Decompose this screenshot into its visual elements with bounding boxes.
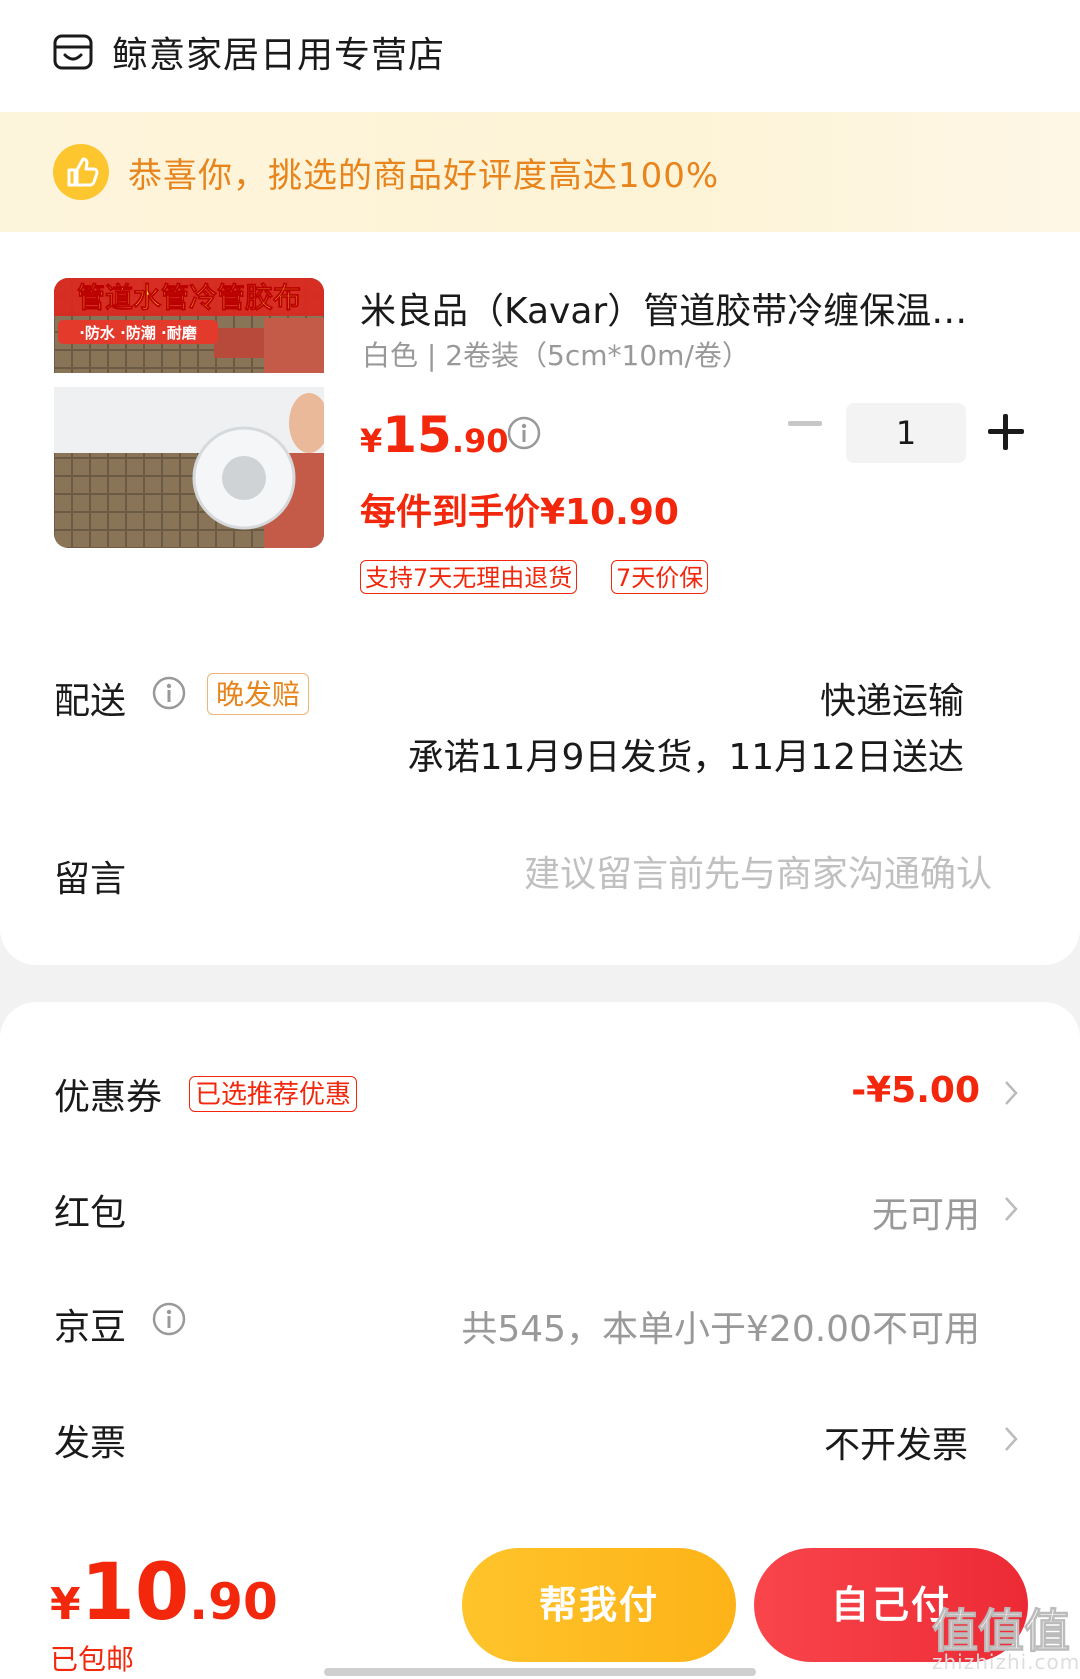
chevron-right-icon <box>1005 1197 1018 1221</box>
total-symbol: ¥ <box>50 1579 81 1630</box>
home-indicator[interactable] <box>324 1668 756 1676</box>
price-decimal: .90 <box>451 422 509 460</box>
total-price: ¥ 10 .90 <box>50 1548 278 1638</box>
price-symbol: ¥ <box>360 422 383 460</box>
product-image[interactable]: 管道水管冷管胶布 ·防水 ·防潮 ·耐磨 <box>54 278 324 548</box>
jingdou-label: 京豆 <box>54 1307 127 1348</box>
order-card: 鲸意家居日用专营店 恭喜你，挑选的商品好评度高达100% 管道水管冷管胶布 ·防… <box>0 0 1080 965</box>
jingdou-row: 京豆 共545，本单小于¥20.00不可用 <box>0 1284 1080 1364</box>
coupon-value: -¥5.00 <box>851 1070 980 1111</box>
chevron-right-icon <box>1005 1081 1018 1105</box>
shipping-method[interactable]: 快递运输 <box>820 672 964 724</box>
redpacket-row[interactable]: 红包 无可用 <box>0 1170 1080 1250</box>
price-protect-tag: 7天价保 <box>611 560 709 594</box>
delivery-info-icon[interactable] <box>152 676 186 710</box>
delivery-label: 配送 <box>54 681 127 722</box>
product-spec[interactable]: 白色 | 2卷装（5cm*10m/卷） <box>362 334 750 374</box>
product-image-sub: ·防水 ·防潮 ·耐磨 <box>79 324 198 342</box>
jingdou-info-icon[interactable] <box>152 1302 186 1336</box>
final-unit-price: 每件到手价¥10.90 <box>360 492 679 533</box>
quantity-minus-button[interactable] <box>788 421 822 426</box>
product-image-caption: 管道水管冷管胶布 <box>77 281 301 314</box>
store-name: 鲸意家居日用专营店 <box>112 35 446 76</box>
coupon-selected-tag: 已选推荐优惠 <box>189 1076 358 1112</box>
coupon-row[interactable]: 优惠券 已选推荐优惠 -¥5.00 <box>0 1054 1080 1134</box>
options-card: 优惠券 已选推荐优惠 -¥5.00 红包 无可用 京豆 共545，本单小于¥20… <box>0 1002 1080 1542</box>
late-compensation-badge: 晚发赔 <box>207 673 310 715</box>
product-title[interactable]: 米良品（Kavar）管道胶带冷缠保温… <box>360 282 1020 334</box>
price-info-icon[interactable] <box>507 416 541 450</box>
help-me-pay-button[interactable]: 帮我付 <box>462 1548 736 1662</box>
redpacket-value: 无可用 <box>871 1195 980 1236</box>
redpacket-label: 红包 <box>54 1193 127 1234</box>
product-price: ¥ 15 .90 <box>360 406 509 464</box>
jingdou-value: 共545，本单小于¥20.00不可用 <box>461 1309 980 1350</box>
watermark-sub: zhizhizhi.com <box>932 1650 1080 1674</box>
message-input[interactable] <box>440 848 994 900</box>
message-label: 留言 <box>54 859 127 900</box>
coupon-label: 优惠券 <box>54 1077 163 1118</box>
invoice-row[interactable]: 发票 不开发票 <box>0 1400 1080 1480</box>
thumbs-up-icon <box>53 144 109 200</box>
chevron-right-icon <box>1005 1427 1018 1451</box>
praise-banner: 恭喜你，挑选的商品好评度高达100% <box>0 112 1080 232</box>
price-integer: 15 <box>382 406 452 464</box>
invoice-label: 发票 <box>54 1423 127 1464</box>
quantity-input[interactable]: 1 <box>846 403 966 463</box>
store-icon <box>53 34 93 70</box>
total-integer: 10 <box>80 1548 190 1638</box>
shipping-promise: 承诺11月9日发货，11月12日送达 <box>407 737 964 778</box>
return-policy-tag: 支持7天无理由退货 <box>360 560 578 594</box>
quantity-plus-button[interactable] <box>988 414 1024 450</box>
free-shipping-label: 已包邮 <box>50 1643 135 1676</box>
total-decimal: .90 <box>189 1573 278 1631</box>
banner-text: 恭喜你，挑选的商品好评度高达100% <box>128 155 720 196</box>
invoice-value: 不开发票 <box>823 1425 968 1466</box>
store-header[interactable]: 鲸意家居日用专营店 <box>52 28 445 76</box>
